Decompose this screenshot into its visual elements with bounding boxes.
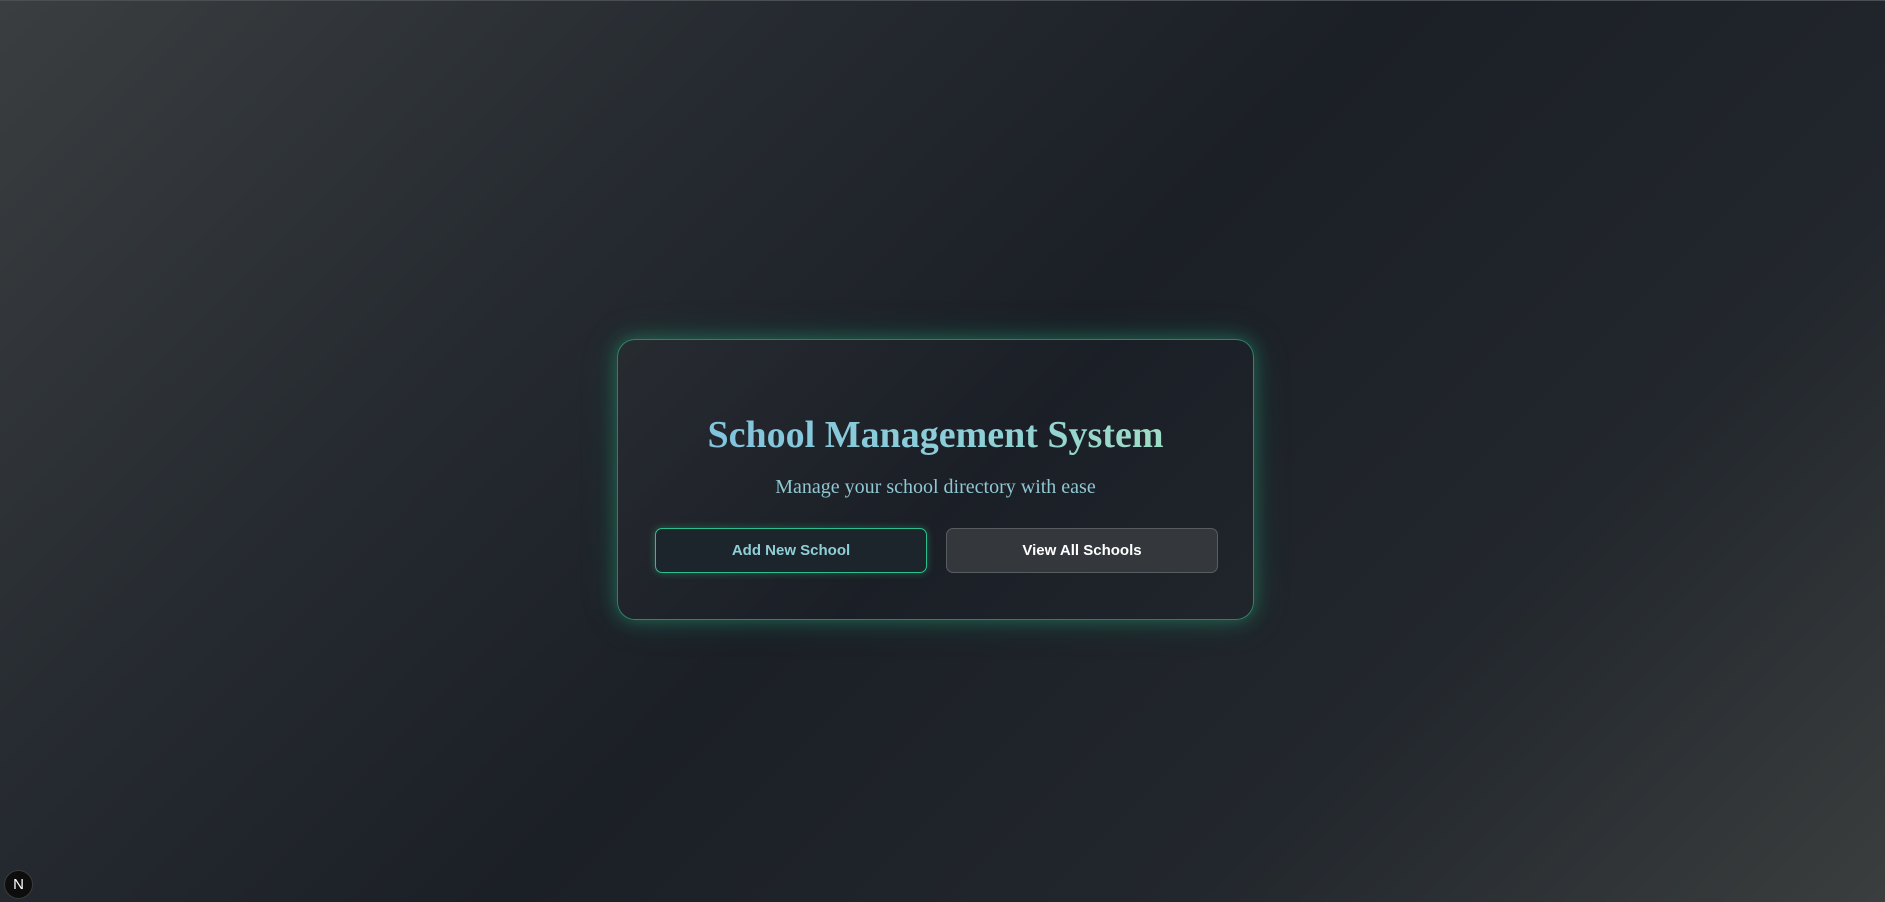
top-border-line	[0, 0, 1885, 1]
next-logo-icon[interactable]: N	[4, 870, 33, 899]
page-title: School Management System	[618, 412, 1253, 458]
view-all-schools-button[interactable]: View All Schools	[946, 528, 1218, 573]
add-new-school-button[interactable]: Add New School	[655, 528, 927, 573]
welcome-card: School Management System Manage your sch…	[617, 339, 1254, 620]
page-subtitle: Manage your school directory with ease	[775, 476, 1096, 498]
